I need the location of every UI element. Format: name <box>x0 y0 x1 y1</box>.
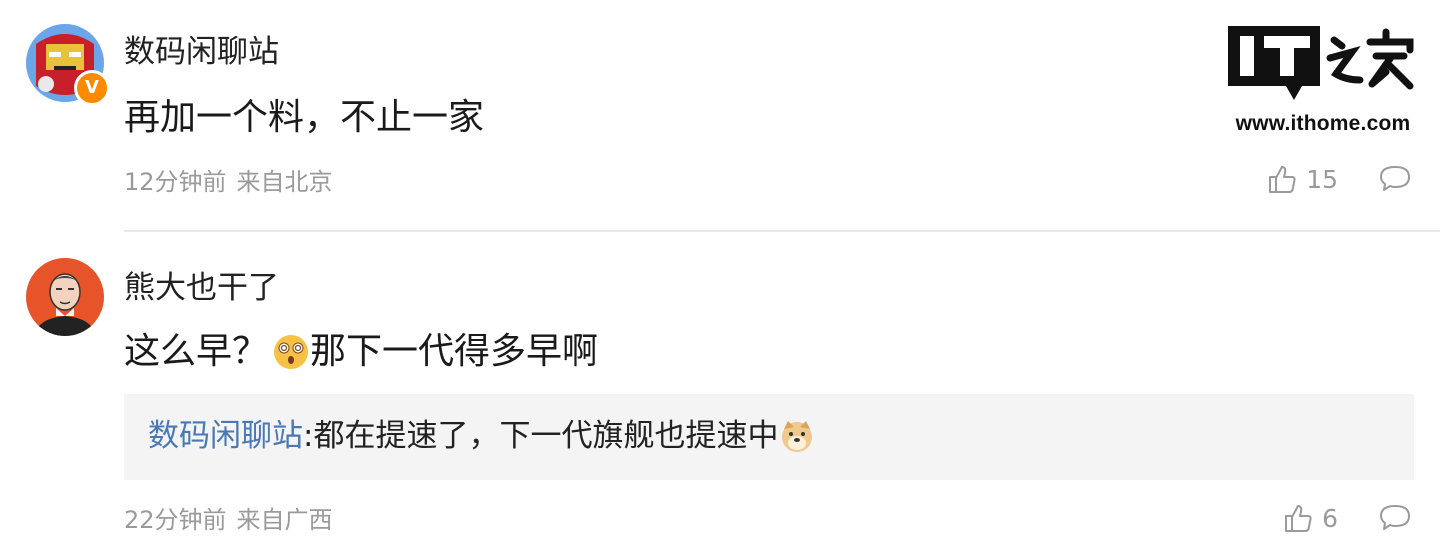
reply-bubble-icon[interactable] <box>1378 163 1412 195</box>
verified-badge: V <box>74 70 110 106</box>
avatar[interactable] <box>26 258 104 336</box>
comment-time: 12分钟前 <box>124 168 227 196</box>
comment-text-part: 那下一代得多早啊 <box>310 331 599 372</box>
man-portrait-avatar-icon <box>26 258 104 336</box>
thumbs-up-icon <box>1269 166 1296 193</box>
username[interactable]: 数码闲聊站 <box>124 32 279 72</box>
doge-emoji-icon <box>782 421 813 452</box>
comment-actions: 6 <box>1282 502 1412 534</box>
comment-location: 来自北京 <box>236 168 333 196</box>
quoted-reply-text: 数码闲聊站: 都在提速了，下一代旗舰也提速中 <box>148 414 814 458</box>
reply-author[interactable]: 数码闲聊站 <box>148 414 303 458</box>
comment-meta: 22分钟前 来自广西 <box>124 504 333 536</box>
reply-separator: : <box>303 418 314 454</box>
like-count: 6 <box>1322 503 1338 533</box>
quoted-reply[interactable]: 数码闲聊站: 都在提速了，下一代旗舰也提速中 <box>124 394 1414 480</box>
reply-body: 都在提速了，下一代旗舰也提速中 <box>313 418 779 454</box>
like-button[interactable]: 6 <box>1282 502 1338 534</box>
comment-actions: 15 <box>1266 163 1412 195</box>
like-button[interactable]: 15 <box>1266 163 1338 195</box>
dizzy-face-emoji-icon <box>274 335 309 369</box>
comment-item: 熊大也干了 这么早？ 那下一代得多早啊 数码闲聊站: 都在提速了，下一代旗舰也提速… <box>0 232 1440 560</box>
comment-text-part: 这么早？ <box>124 331 269 372</box>
like-count: 15 <box>1306 164 1338 194</box>
comment-content: 这么早？ 那下一代得多早啊 <box>124 328 598 376</box>
comment-location: 来自广西 <box>236 506 333 534</box>
thumbs-up-icon <box>1285 505 1312 532</box>
username[interactable]: 熊大也干了 <box>124 268 279 308</box>
reply-bubble-icon[interactable] <box>1378 502 1412 534</box>
comment-item: V 数码闲聊站 再加一个料，不止一家 12分钟前 来自北京 15 <box>0 0 1440 232</box>
comment-content: 再加一个料，不止一家 <box>124 97 485 138</box>
avatar[interactable]: V <box>26 24 110 106</box>
comment-time: 22分钟前 <box>124 506 227 534</box>
comment-meta: 12分钟前 来自北京 <box>124 166 333 198</box>
